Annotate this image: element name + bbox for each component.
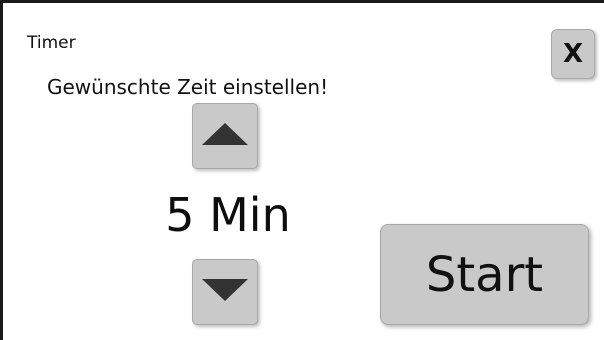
start-button[interactable]: Start bbox=[380, 224, 589, 325]
close-button[interactable]: X bbox=[551, 29, 595, 79]
timer-window: Timer X Gewünschte Zeit einstellen! 5 Mi… bbox=[0, 0, 604, 340]
time-value: 5 Min bbox=[165, 188, 291, 242]
triangle-down-icon bbox=[202, 279, 248, 305]
triangle-up-icon bbox=[202, 123, 248, 149]
instruction-text: Gewünschte Zeit einstellen! bbox=[47, 75, 329, 99]
decrease-time-button[interactable] bbox=[192, 259, 258, 325]
increase-time-button[interactable] bbox=[192, 103, 258, 169]
window-title: Timer bbox=[27, 33, 76, 53]
